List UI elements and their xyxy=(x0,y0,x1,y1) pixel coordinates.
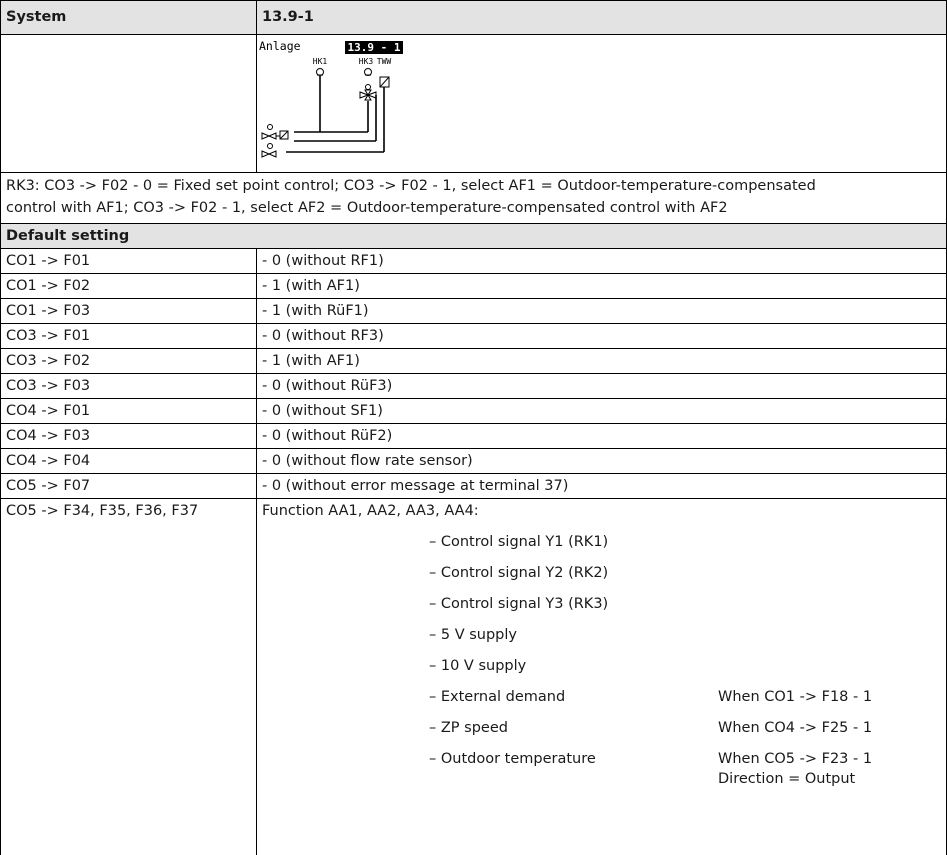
setting-value: - 0 (without error message at terminal 3… xyxy=(262,477,569,494)
function-condition: When CO5 -> F23 - 1 xyxy=(718,751,873,767)
setting-value: - 0 (without RüF2) xyxy=(262,427,393,444)
function-condition: When CO1 -> F18 - 1 xyxy=(718,689,873,705)
functions-title: Function AA1, AA2, AA3, AA4: xyxy=(262,503,479,519)
header-system: System xyxy=(6,9,67,25)
tww-tank-icon xyxy=(379,76,390,88)
hk3-radiator-icon xyxy=(364,68,372,76)
table-row: CO1 -> F02 - 1 (with AF1) xyxy=(0,273,947,298)
setting-code: CO4 -> F04 xyxy=(6,452,91,469)
primary-valve-2-icon xyxy=(261,143,277,158)
diagram-row: Anlage 13.9 - 1 HK1 HK3 TWW xyxy=(0,34,947,172)
default-setting-heading-row: Default setting xyxy=(0,223,947,248)
system-diagram: Anlage 13.9 - 1 HK1 HK3 TWW xyxy=(259,39,403,158)
setting-code: CO3 -> F01 xyxy=(6,327,91,344)
setting-value: - 0 (without RüF3) xyxy=(262,377,393,394)
function-item: – ZP speed xyxy=(429,720,508,736)
setting-code: CO1 -> F01 xyxy=(6,252,91,269)
header-system-number: 13.9-1 xyxy=(262,9,314,25)
default-setting-heading: Default setting xyxy=(6,227,130,244)
table-row: CO3 -> F03 - 0 (without RüF3) xyxy=(0,373,947,398)
table-row: CO1 -> F03 - 1 (with RüF1) xyxy=(0,298,947,323)
function-condition: When CO4 -> F25 - 1 xyxy=(718,720,873,736)
function-item: – Control signal Y3 (RK3) xyxy=(429,596,609,612)
table-row: CO1 -> F01 - 0 (without RF1) xyxy=(0,248,947,273)
function-condition-direction: Direction = Output xyxy=(718,771,856,787)
setting-code: CO4 -> F01 xyxy=(6,402,91,419)
description-line-1: RK3: CO3 -> F02 - 0 = Fixed set point co… xyxy=(6,178,816,194)
label-hk3: HK3 xyxy=(359,57,374,66)
table-row: CO4 -> F04 - 0 (without flow rate sensor… xyxy=(0,448,947,473)
piping-lines xyxy=(286,76,385,153)
primary-valve-1-icon xyxy=(261,124,289,140)
table-row: CO3 -> F01 - 0 (without RF3) xyxy=(0,323,947,348)
setting-value: - 1 (with AF1) xyxy=(262,277,360,294)
setting-value: - 0 (without RF3) xyxy=(262,327,384,344)
function-item: – 5 V supply xyxy=(429,627,517,643)
function-item: – Control signal Y2 (RK2) xyxy=(429,565,609,581)
functions-code: CO5 -> F34, F35, F36, F37 xyxy=(6,503,199,519)
setting-value: - 0 (without RF1) xyxy=(262,252,384,269)
functions-row: CO5 -> F34, F35, F36, F37 Function AA1, … xyxy=(0,498,947,855)
label-tww: TWW xyxy=(377,57,392,66)
setting-code: CO5 -> F07 xyxy=(6,477,91,494)
setting-value: - 0 (without SF1) xyxy=(262,402,383,419)
table-row: CO4 -> F03 - 0 (without RüF2) xyxy=(0,423,947,448)
hk3-mixing-valve-icon xyxy=(359,84,377,101)
setting-value: - 0 (without flow rate sensor) xyxy=(262,452,473,469)
label-hk1: HK1 xyxy=(313,57,328,66)
table-header: System 13.9-1 xyxy=(0,0,947,34)
anlage-label: Anlage xyxy=(259,39,301,53)
description-line-2: control with AF1; CO3 -> F02 - 1, select… xyxy=(6,200,728,216)
setting-code: CO1 -> F03 xyxy=(6,302,91,319)
setting-code: CO4 -> F03 xyxy=(6,427,91,444)
setting-code: CO1 -> F02 xyxy=(6,277,91,294)
description-row: RK3: CO3 -> F02 - 0 = Fixed set point co… xyxy=(0,172,947,223)
setting-code: CO3 -> F02 xyxy=(6,352,91,369)
setting-code: CO3 -> F03 xyxy=(6,377,91,394)
table-row: CO4 -> F01 - 0 (without SF1) xyxy=(0,398,947,423)
setting-value: - 1 (with RüF1) xyxy=(262,302,369,319)
function-item: – External demand xyxy=(429,689,566,705)
table-row: CO5 -> F07 - 0 (without error message at… xyxy=(0,473,947,498)
hk1-radiator-icon xyxy=(316,68,324,76)
function-item: – 10 V supply xyxy=(429,658,527,674)
function-item: – Control signal Y1 (RK1) xyxy=(429,534,609,550)
function-item: – Outdoor temperature xyxy=(429,751,596,767)
setting-value: - 1 (with AF1) xyxy=(262,352,360,369)
system-code: 13.9 - 1 xyxy=(348,41,401,54)
table-row: CO3 -> F02 - 1 (with AF1) xyxy=(0,348,947,373)
